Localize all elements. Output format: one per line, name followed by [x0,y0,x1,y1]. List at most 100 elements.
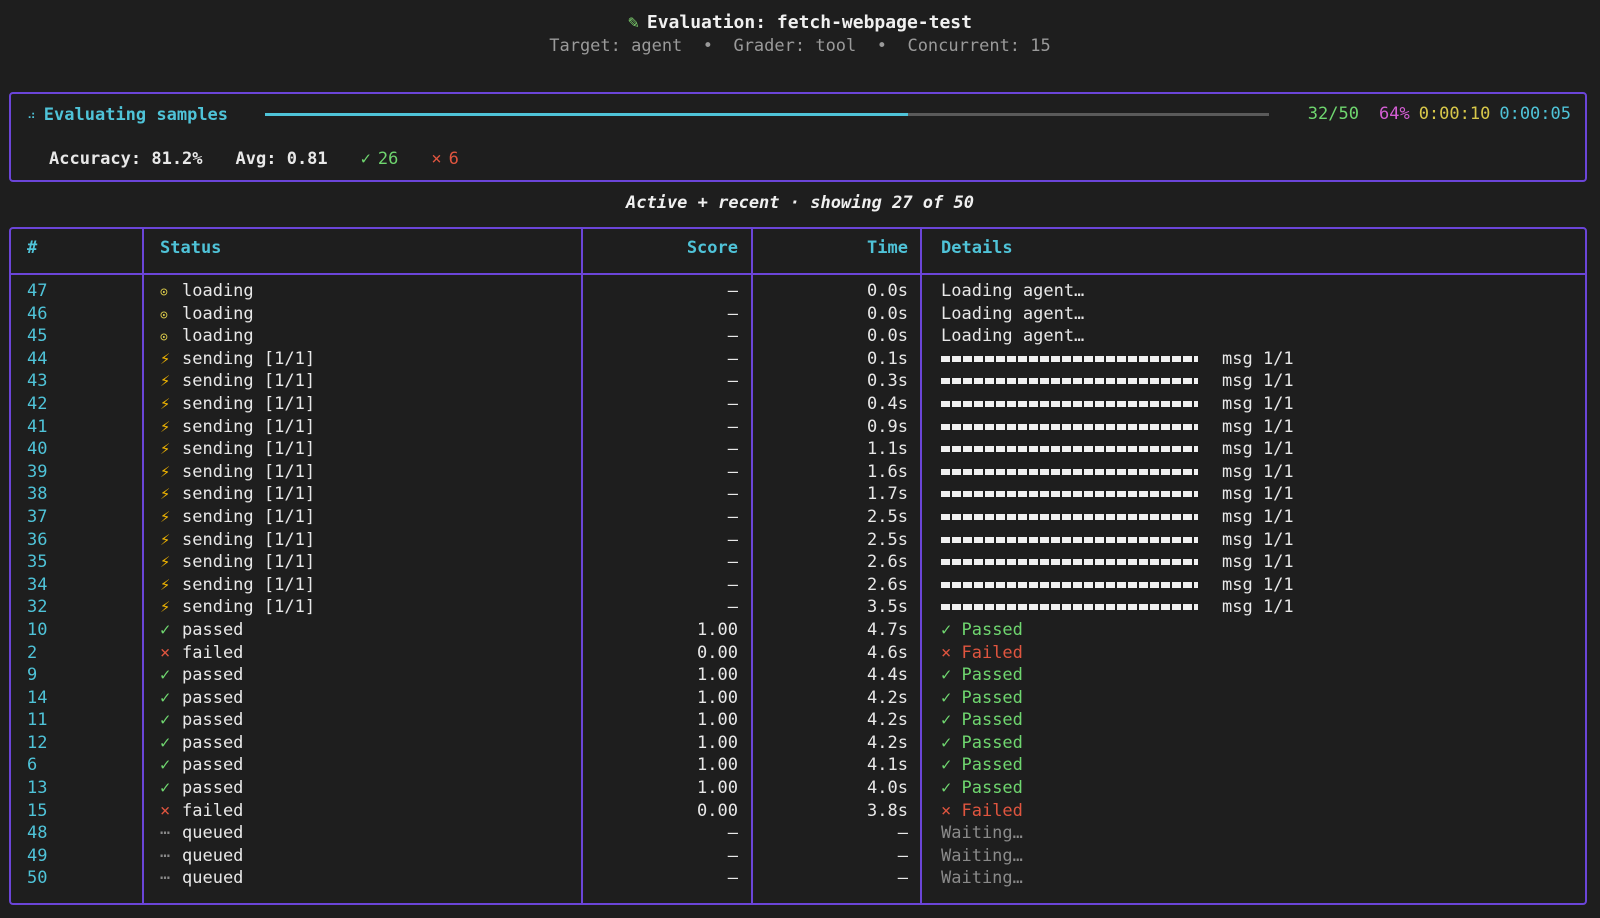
row-status: ⚡ sending [1/1] [160,416,315,439]
row-details: msg 1/1 [941,529,1294,552]
table-caption: Active + recent · showing 27 of 50 [626,193,974,213]
loading-icon: ⊙ [160,307,168,323]
row-score: 1.00 [697,619,738,640]
row-score: – [727,845,738,866]
row-status: × failed [160,800,243,823]
lightning-icon: ⚡ [160,574,171,595]
summary-row: Accuracy: 81.2% Avg: 0.81 ✓ 26 × 6 [49,149,459,169]
row-time: 0.0s [867,303,908,324]
table-row: 6 ✓ passed 1.00 4.1s ✓ Passed [11,754,1585,777]
row-status: ⚡ sending [1/1] [160,596,315,619]
table-row: 36 ⚡ sending [1/1] – 2.5s msg 1/1 [11,529,1585,552]
row-status: ⊙ loading [160,303,254,328]
row-details-text: Passed [961,755,1023,776]
row-details: × Failed [941,800,1023,823]
row-details-text: msg 1/1 [1222,393,1294,414]
check-icon: ✓ [941,732,962,753]
check-icon: ✓ [160,778,171,799]
progress-label: Evaluating samples [43,105,229,125]
progress-count: 32/50 [1307,104,1359,124]
message-progress-bar [941,581,1198,588]
row-score: – [727,416,738,437]
row-details: Waiting… [941,845,1023,868]
row-time: – [897,823,908,844]
row-number: 10 [27,619,48,640]
row-score: 1.00 [697,755,738,776]
row-number: 35 [27,552,48,573]
pencil-icon: ✎ [628,12,639,33]
row-status-text: passed [182,755,244,776]
row-time: 0.3s [867,371,908,392]
lightning-icon: ⚡ [160,506,171,527]
lightning-icon: ⚡ [160,529,171,550]
row-time: 4.2s [867,732,908,753]
row-status: ⚡ sending [1/1] [160,438,315,461]
table-row: 48 ⋯ queued – – Waiting… [11,822,1585,845]
row-status-text: queued [182,845,244,866]
row-status-text: queued [182,868,244,889]
check-icon: ✓ [941,619,962,640]
check-icon: ✓ [941,665,962,686]
row-details-text: msg 1/1 [1222,552,1294,573]
row-status: ⚡ sending [1/1] [160,483,315,506]
loading-icon: ⊙ [160,285,168,300]
elapsed-time: 0:00:10 [1418,104,1491,124]
row-status-text: sending [1/1] [182,552,316,573]
row-number: 49 [27,845,48,866]
check-icon: ✓ [941,755,962,776]
row-status-text: loading [182,326,254,347]
row-status: ✓ passed [160,709,243,732]
row-status: ⋯ queued [160,845,243,868]
progress-stats: 32/50 64% 0:00:10 0:00:05 [1308,104,1571,124]
row-score: – [727,439,738,460]
column-header-status: Status [160,238,222,258]
row-details-text: msg 1/1 [1222,529,1294,550]
row-number: 39 [27,461,48,482]
row-score: 1.00 [697,732,738,753]
row-details: msg 1/1 [941,483,1294,506]
row-status: ✓ passed [160,664,243,687]
row-time: 0.9s [867,416,908,437]
row-number: 48 [27,823,48,844]
table-row: 13 ✓ passed 1.00 4.0s ✓ Passed [11,777,1585,800]
row-score: 0.00 [697,642,738,663]
table-row: 45 ⊙ loading – 0.0s Loading agent… [11,325,1585,348]
progress-bar [265,113,1269,116]
row-time: 2.5s [867,506,908,527]
row-status-text: sending [1/1] [182,506,316,527]
check-icon: ✓ [160,732,171,753]
check-icon: ✓ [941,687,962,708]
message-progress-bar [941,400,1198,407]
row-details-text: msg 1/1 [1222,461,1294,482]
row-time: 2.6s [867,552,908,573]
row-details: msg 1/1 [941,438,1294,461]
row-status: ⚡ sending [1/1] [160,370,315,393]
row-details: msg 1/1 [941,574,1294,597]
check-icon: ✓ [360,149,371,169]
row-score: – [727,303,738,324]
message-progress-bar [941,536,1198,543]
row-status: ✓ passed [160,732,243,755]
row-time: – [897,868,908,889]
table-row: 38 ⚡ sending [1/1] – 1.7s msg 1/1 [11,483,1585,506]
table-row: 46 ⊙ loading – 0.0s Loading agent… [11,303,1585,326]
row-status-text: sending [1/1] [182,371,316,392]
remaining-time: 0:00:05 [1499,104,1571,124]
progress-panel: ⠴ Evaluating samples 32/50 64% 0:00:10 0… [9,92,1587,182]
row-status: ⚡ sending [1/1] [160,393,315,416]
row-score: 1.00 [697,665,738,686]
page-subtitle: Target: agent • Grader: tool • Concurren… [549,36,1051,56]
row-status-text: sending [1/1] [182,597,316,618]
row-status-text: sending [1/1] [182,439,316,460]
row-details-text: Passed [961,665,1023,686]
row-number: 45 [27,326,48,347]
row-score: – [727,393,738,414]
row-number: 15 [27,800,48,821]
row-details: × Failed [941,642,1023,665]
row-status: ✓ passed [160,619,243,642]
row-status-text: sending [1/1] [182,529,316,550]
row-status-text: sending [1/1] [182,574,316,595]
cross-icon: × [431,149,442,169]
row-time: 1.7s [867,484,908,505]
row-details-text: msg 1/1 [1222,439,1294,460]
